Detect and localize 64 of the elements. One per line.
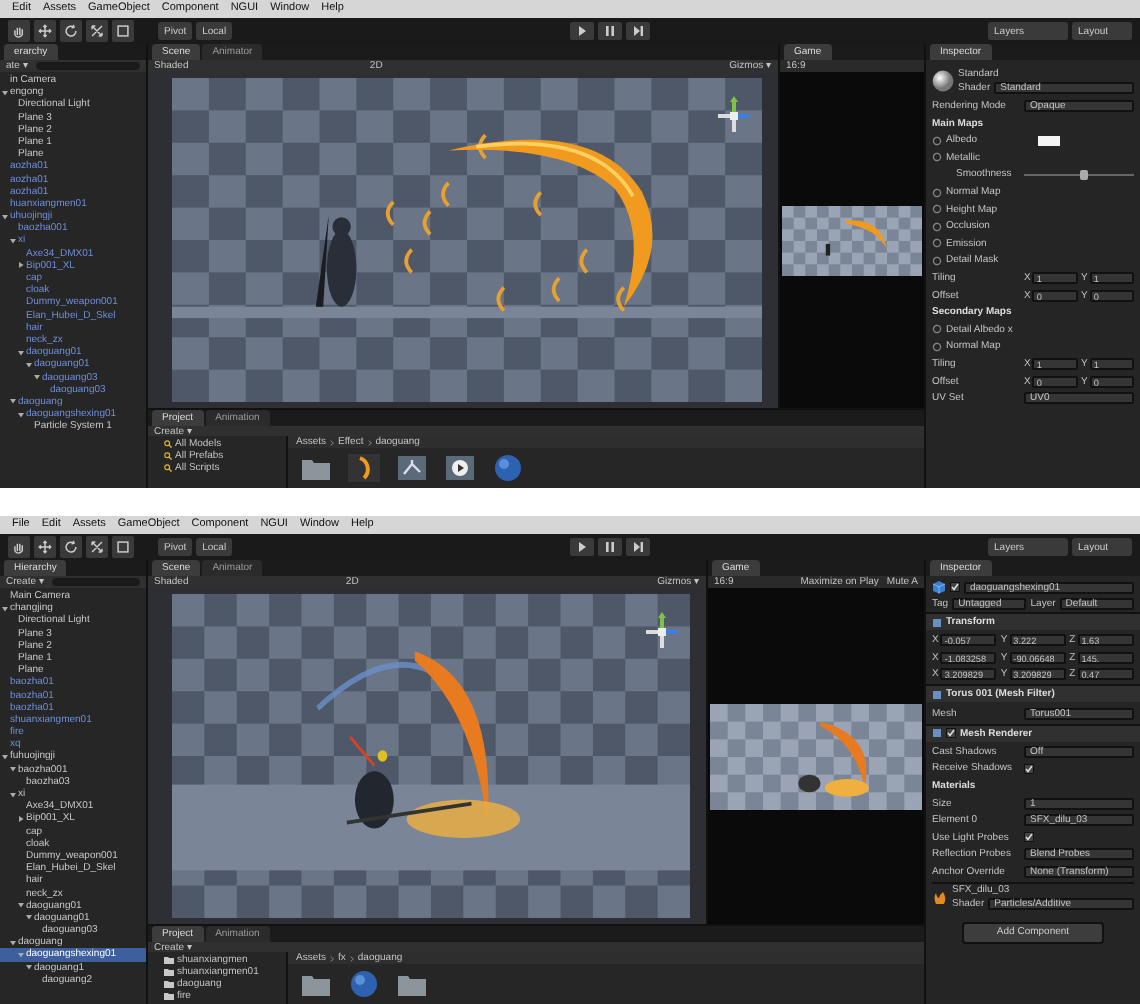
flame-icon bbox=[932, 889, 948, 905]
pause-icon[interactable] bbox=[598, 22, 623, 40]
collapsed-arrow-icon[interactable] bbox=[18, 262, 24, 269]
arc-icon[interactable] bbox=[348, 454, 380, 482]
hand-icon[interactable] bbox=[8, 20, 30, 42]
axis-gizmo-icon[interactable] bbox=[642, 612, 682, 652]
expanded-arrow-icon[interactable] bbox=[18, 349, 24, 356]
expanded-arrow-icon[interactable] bbox=[34, 374, 40, 381]
rotate-icon[interactable] bbox=[60, 536, 82, 558]
expanded-arrow-icon[interactable] bbox=[2, 89, 8, 96]
axis-gizmo-icon[interactable] bbox=[714, 96, 754, 136]
expanded-arrow-icon[interactable] bbox=[10, 939, 16, 946]
chevron-icon bbox=[330, 955, 335, 961]
play-icon[interactable] bbox=[570, 22, 595, 40]
expanded-arrow-icon[interactable] bbox=[26, 361, 32, 368]
pause-icon[interactable] bbox=[598, 538, 623, 556]
material-sphere-icon bbox=[932, 69, 954, 91]
chevron-icon bbox=[349, 955, 354, 961]
step-icon[interactable] bbox=[626, 22, 651, 40]
expanded-arrow-icon[interactable] bbox=[10, 791, 16, 798]
sphere-icon[interactable] bbox=[348, 970, 380, 998]
expanded-arrow-icon[interactable] bbox=[18, 411, 24, 418]
component-icon bbox=[932, 728, 942, 739]
component-icon bbox=[932, 617, 942, 628]
checkbox[interactable] bbox=[946, 728, 956, 739]
component-icon bbox=[932, 689, 942, 700]
rotate-icon[interactable] bbox=[60, 20, 82, 42]
scene-view-drawing[interactable] bbox=[172, 594, 690, 918]
checkbox[interactable] bbox=[1024, 763, 1034, 774]
rect-tool-icon[interactable] bbox=[112, 20, 134, 42]
sphere-icon[interactable] bbox=[492, 454, 524, 482]
hand-icon[interactable] bbox=[8, 536, 30, 558]
scale-icon[interactable] bbox=[86, 536, 108, 558]
expanded-arrow-icon[interactable] bbox=[2, 213, 8, 220]
folder-icon[interactable] bbox=[396, 970, 428, 998]
chevron-icon bbox=[367, 439, 372, 445]
expanded-arrow-icon[interactable] bbox=[10, 766, 16, 773]
checkbox[interactable] bbox=[950, 582, 960, 592]
cube-icon bbox=[932, 580, 946, 594]
expanded-arrow-icon[interactable] bbox=[10, 238, 16, 245]
search-icon bbox=[164, 463, 172, 472]
search-icon bbox=[164, 439, 172, 448]
folder-icon[interactable] bbox=[300, 454, 332, 482]
expanded-arrow-icon[interactable] bbox=[10, 398, 16, 405]
scale-icon[interactable] bbox=[86, 20, 108, 42]
expanded-arrow-icon[interactable] bbox=[2, 605, 8, 612]
move-icon[interactable] bbox=[34, 20, 56, 42]
expanded-arrow-icon[interactable] bbox=[26, 914, 32, 921]
play-icon[interactable] bbox=[444, 454, 476, 482]
chevron-icon bbox=[330, 439, 335, 445]
rect-tool-icon[interactable] bbox=[112, 536, 134, 558]
collapsed-arrow-icon[interactable] bbox=[18, 815, 24, 822]
slider-thumb[interactable] bbox=[1080, 169, 1089, 180]
folder-icon[interactable] bbox=[300, 970, 332, 998]
expanded-arrow-icon[interactable] bbox=[2, 754, 8, 761]
expanded-arrow-icon[interactable] bbox=[26, 964, 32, 971]
step-icon[interactable] bbox=[626, 538, 651, 556]
expanded-arrow-icon[interactable] bbox=[18, 902, 24, 909]
play-icon[interactable] bbox=[570, 538, 595, 556]
move-icon[interactable] bbox=[34, 536, 56, 558]
scene-view-drawing[interactable] bbox=[172, 78, 762, 402]
checkbox[interactable] bbox=[1024, 832, 1034, 843]
color-swatch[interactable] bbox=[1038, 135, 1060, 146]
search-icon bbox=[164, 451, 172, 460]
